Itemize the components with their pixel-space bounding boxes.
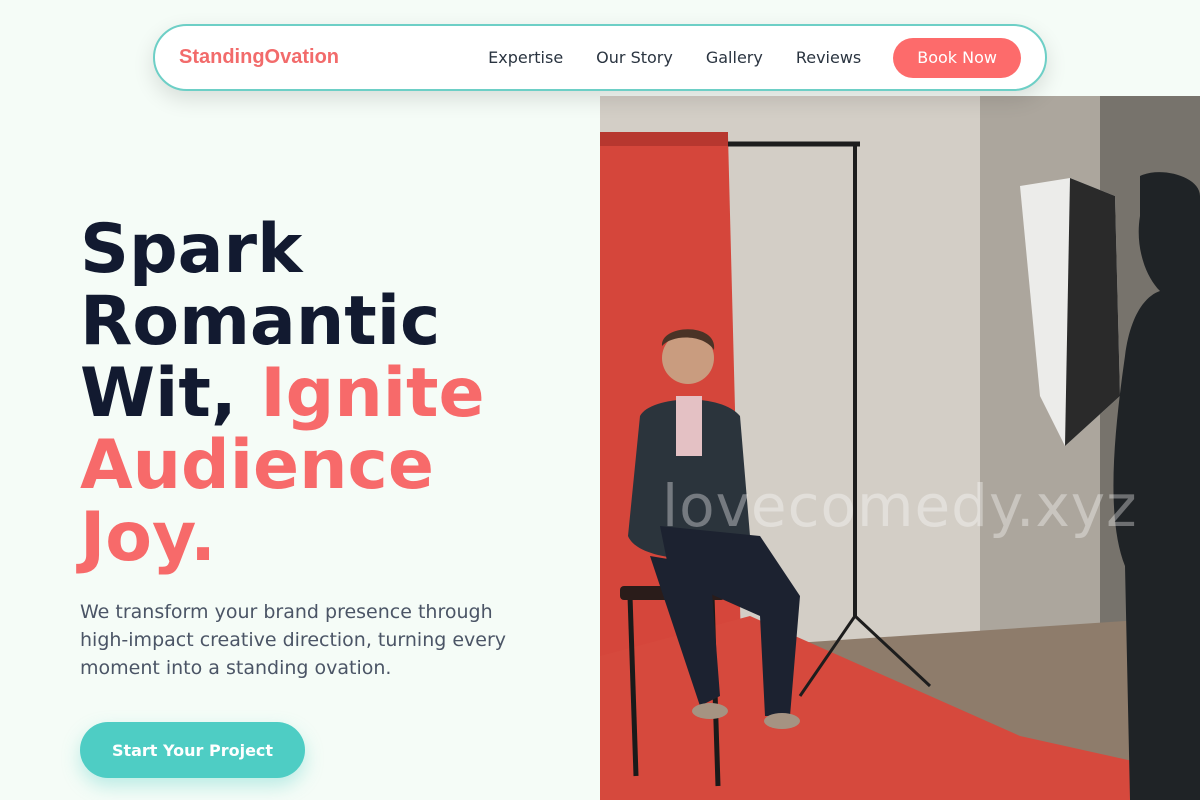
book-now-button[interactable]: Book Now — [893, 37, 1021, 78]
nav-links: Expertise Our Story Gallery Reviews Book… — [488, 37, 1021, 78]
hero-title: Spark Romantic Wit, Ignite Audience Joy. — [80, 214, 550, 574]
image-watermark: lovecomedy.xyz — [662, 472, 1138, 540]
brand-logo[interactable]: StandingOvation — [179, 46, 339, 69]
nav-link-our-story[interactable]: Our Story — [596, 48, 673, 67]
nav-link-expertise[interactable]: Expertise — [488, 48, 563, 67]
nav-link-reviews[interactable]: Reviews — [796, 48, 861, 67]
nav-link-gallery[interactable]: Gallery — [706, 48, 763, 67]
start-project-button[interactable]: Start Your Project — [80, 722, 305, 778]
hero-subtitle: We transform your brand presence through… — [80, 601, 507, 679]
hero-photo: lovecomedy.xyz — [600, 96, 1200, 800]
navbar: StandingOvation Expertise Our Story Gall… — [153, 24, 1047, 91]
studio-scene-illustration — [600, 96, 1200, 800]
